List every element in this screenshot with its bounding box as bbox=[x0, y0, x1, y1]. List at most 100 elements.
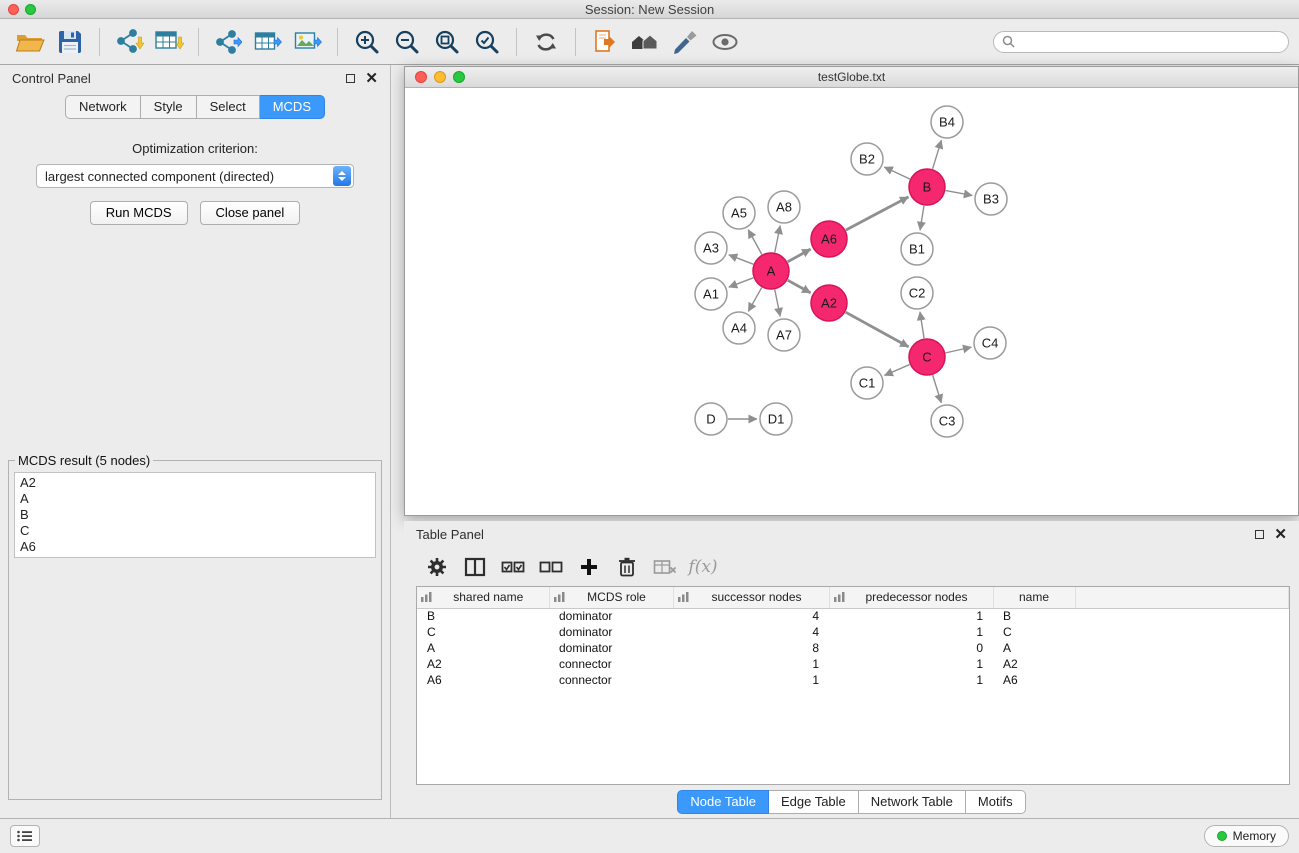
zoom-selected-button[interactable] bbox=[467, 23, 507, 61]
node-table[interactable]: shared name MCDS role bbox=[416, 586, 1290, 785]
cell-name[interactable]: A2 bbox=[993, 656, 1075, 672]
graph-node-C1[interactable]: C1 bbox=[851, 367, 883, 399]
graph-node-A7[interactable]: A7 bbox=[768, 319, 800, 351]
cell-successor-nodes[interactable]: 4 bbox=[673, 624, 829, 640]
table-row[interactable]: B dominator 4 1 B bbox=[417, 608, 1289, 624]
import-network-button[interactable] bbox=[109, 23, 149, 61]
delete-table-button[interactable] bbox=[648, 551, 682, 583]
cell-predecessor-nodes[interactable]: 1 bbox=[829, 672, 993, 688]
close-panel-icon[interactable]: ✕ bbox=[365, 74, 378, 84]
delete-column-button[interactable] bbox=[610, 551, 644, 583]
graph-node-A1[interactable]: A1 bbox=[695, 278, 727, 310]
graph-node-A3[interactable]: A3 bbox=[695, 232, 727, 264]
import-table-button[interactable] bbox=[149, 23, 189, 61]
close-window-button[interactable] bbox=[8, 4, 19, 15]
column-header-mcds-role[interactable]: MCDS role bbox=[549, 587, 673, 608]
graph-edge-A2-C[interactable] bbox=[846, 312, 909, 347]
result-item[interactable]: C bbox=[20, 523, 370, 539]
open-session-button[interactable] bbox=[10, 23, 50, 61]
cell-shared-name[interactable]: C bbox=[417, 624, 549, 640]
deselect-all-rows-button[interactable] bbox=[534, 551, 568, 583]
graph-edge-B-B1[interactable] bbox=[920, 206, 924, 230]
network-zoom-button[interactable] bbox=[453, 71, 465, 83]
tab-edge-table[interactable]: Edge Table bbox=[769, 790, 859, 814]
toolbar-search[interactable] bbox=[993, 31, 1289, 53]
tab-select[interactable]: Select bbox=[197, 95, 260, 119]
cell-shared-name[interactable]: B bbox=[417, 608, 549, 624]
search-input[interactable] bbox=[1020, 35, 1280, 49]
table-row[interactable]: A2 connector 1 1 A2 bbox=[417, 656, 1289, 672]
apply-layout-button[interactable] bbox=[526, 23, 566, 61]
zoom-out-button[interactable] bbox=[387, 23, 427, 61]
cell-predecessor-nodes[interactable]: 1 bbox=[829, 608, 993, 624]
mcds-result-list[interactable]: A2 A B C A6 bbox=[14, 472, 376, 558]
task-history-button[interactable] bbox=[10, 825, 40, 847]
cell-mcds-role[interactable]: dominator bbox=[549, 608, 673, 624]
graph-edge-A-A7[interactable] bbox=[775, 290, 780, 317]
graph-node-D1[interactable]: D1 bbox=[760, 403, 792, 435]
save-session-button[interactable] bbox=[50, 23, 90, 61]
zoom-window-button[interactable] bbox=[25, 4, 36, 15]
graph-node-B1[interactable]: B1 bbox=[901, 233, 933, 265]
graph-edge-B-B4[interactable] bbox=[933, 140, 942, 169]
column-header-predecessor-nodes[interactable]: predecessor nodes bbox=[829, 587, 993, 608]
cell-predecessor-nodes[interactable]: 1 bbox=[829, 656, 993, 672]
cell-name[interactable]: B bbox=[993, 608, 1075, 624]
graph-edge-B-B2[interactable] bbox=[884, 167, 910, 179]
apply-style-button[interactable] bbox=[665, 23, 705, 61]
table-row[interactable]: A6 connector 1 1 A6 bbox=[417, 672, 1289, 688]
network-window-titlebar[interactable]: testGlobe.txt bbox=[405, 67, 1298, 88]
graph-edge-A6-B[interactable] bbox=[846, 197, 909, 230]
graph-edge-A-A5[interactable] bbox=[748, 230, 762, 255]
result-item[interactable]: A6 bbox=[20, 539, 370, 555]
table-settings-button[interactable] bbox=[420, 551, 454, 583]
add-column-button[interactable] bbox=[572, 551, 606, 583]
network-minimize-button[interactable] bbox=[434, 71, 446, 83]
cell-successor-nodes[interactable]: 1 bbox=[673, 672, 829, 688]
network-close-button[interactable] bbox=[415, 71, 427, 83]
graph-node-B3[interactable]: B3 bbox=[975, 183, 1007, 215]
table-row[interactable]: C dominator 4 1 C bbox=[417, 624, 1289, 640]
graph-node-D[interactable]: D bbox=[695, 403, 727, 435]
table-row[interactable]: A dominator 8 0 A bbox=[417, 640, 1289, 656]
memory-button[interactable]: Memory bbox=[1204, 825, 1289, 847]
graph-node-B[interactable]: B bbox=[909, 169, 945, 205]
result-item[interactable]: A2 bbox=[20, 475, 370, 491]
cell-name[interactable]: A6 bbox=[993, 672, 1075, 688]
graph-node-A6[interactable]: A6 bbox=[811, 221, 847, 257]
graph-node-C4[interactable]: C4 bbox=[974, 327, 1006, 359]
cell-shared-name[interactable]: A2 bbox=[417, 656, 549, 672]
graph-edge-A-A3[interactable] bbox=[729, 255, 754, 264]
home-view-button[interactable] bbox=[625, 23, 665, 61]
cell-shared-name[interactable]: A bbox=[417, 640, 549, 656]
show-hide-button[interactable] bbox=[705, 23, 745, 61]
graph-edge-A-A2[interactable] bbox=[788, 280, 811, 293]
result-item[interactable]: A bbox=[20, 491, 370, 507]
graph-node-C[interactable]: C bbox=[909, 339, 945, 375]
network-graph[interactable]: B4B2BB3A5A8A6B1A3AA1C2A2A4A7C4CC1C3DD1 bbox=[405, 88, 1298, 515]
graph-edge-A-A1[interactable] bbox=[729, 278, 754, 287]
graph-edge-C-C3[interactable] bbox=[933, 375, 942, 403]
graph-edge-C-C2[interactable] bbox=[920, 312, 924, 338]
graph-node-B2[interactable]: B2 bbox=[851, 143, 883, 175]
cell-predecessor-nodes[interactable]: 0 bbox=[829, 640, 993, 656]
tab-mcds[interactable]: MCDS bbox=[260, 95, 325, 119]
cell-mcds-role[interactable]: dominator bbox=[549, 640, 673, 656]
cell-name[interactable]: A bbox=[993, 640, 1075, 656]
cell-mcds-role[interactable]: connector bbox=[549, 656, 673, 672]
optimization-dropdown[interactable]: largest connected component (directed) bbox=[36, 164, 354, 188]
close-panel-icon[interactable]: ✕ bbox=[1274, 530, 1287, 540]
tab-network[interactable]: Network bbox=[65, 95, 141, 119]
cell-successor-nodes[interactable]: 8 bbox=[673, 640, 829, 656]
export-table-button[interactable] bbox=[248, 23, 288, 61]
graph-edge-A-A4[interactable] bbox=[748, 288, 761, 312]
graph-edge-B-B3[interactable] bbox=[946, 191, 973, 196]
select-columns-button[interactable] bbox=[458, 551, 492, 583]
graph-node-A8[interactable]: A8 bbox=[768, 191, 800, 223]
network-canvas[interactable]: B4B2BB3A5A8A6B1A3AA1C2A2A4A7C4CC1C3DD1 bbox=[405, 88, 1298, 515]
tab-network-table[interactable]: Network Table bbox=[859, 790, 966, 814]
graph-edge-C-C1[interactable] bbox=[884, 365, 909, 376]
column-header-shared-name[interactable]: shared name bbox=[417, 587, 549, 608]
zoom-in-button[interactable] bbox=[347, 23, 387, 61]
float-panel-icon[interactable] bbox=[346, 74, 355, 83]
